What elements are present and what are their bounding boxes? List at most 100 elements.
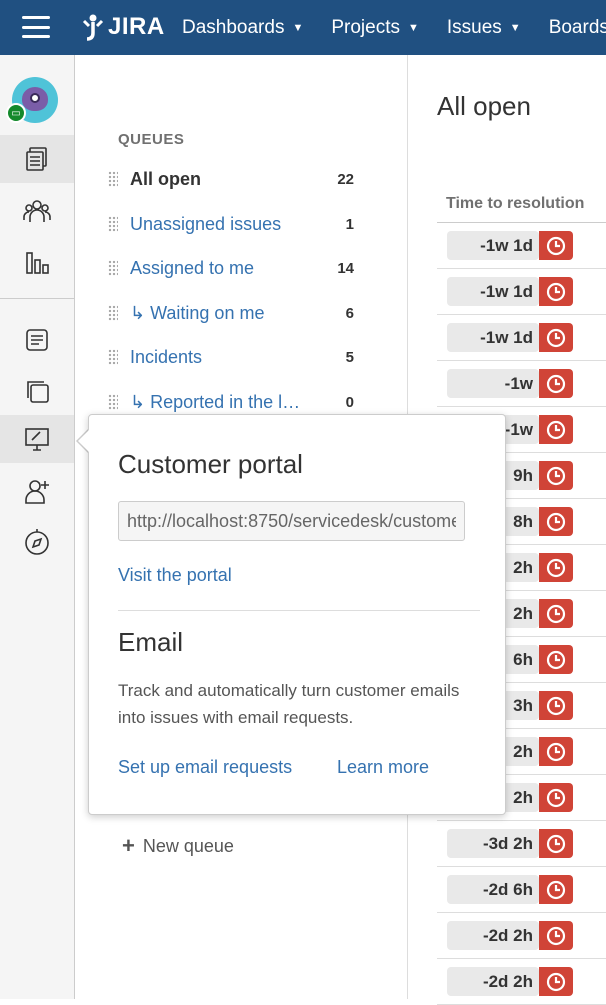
- popup-arrow-inner: [78, 429, 90, 453]
- queue-item-waiting-on-me[interactable]: ↳ Waiting on me 6: [108, 298, 398, 328]
- column-header-time-to-resolution[interactable]: Time to resolution: [437, 193, 606, 223]
- queue-label: Assigned to me: [130, 257, 255, 278]
- sla-breached-clock-icon: [539, 507, 573, 536]
- queue-label: ↳ Waiting on me: [130, 302, 265, 323]
- sla-breached-clock-icon: [539, 967, 573, 996]
- nav-issues-label: Issues: [446, 16, 502, 38]
- project-sidebar: ▭: [0, 55, 75, 999]
- app-switcher-menu-icon[interactable]: [22, 16, 50, 38]
- page-title: All open: [437, 91, 531, 121]
- queue-item-assigned-to-me[interactable]: Assigned to me 14: [108, 253, 398, 283]
- sla-breached-clock-icon: [539, 277, 573, 306]
- sla-breached-clock-icon: [539, 645, 573, 674]
- queue-count: 5: [345, 348, 354, 366]
- table-row[interactable]: -1w: [437, 361, 606, 407]
- sidebar-divider: [0, 298, 74, 299]
- drag-handle-icon[interactable]: [108, 349, 118, 365]
- visit-portal-link[interactable]: Visit the portal: [118, 565, 232, 586]
- queue-count: 14: [337, 259, 354, 277]
- sla-breached-clock-icon: [539, 553, 573, 582]
- main-nav: Dashboards ▼ Projects ▼ Issues ▼ Boards: [182, 0, 606, 55]
- sla-time-lozenge: -2d 2h: [447, 967, 539, 996]
- sla-breached-clock-icon: [539, 737, 573, 766]
- drag-handle-icon[interactable]: [108, 305, 118, 321]
- invite-team-icon[interactable]: [0, 467, 74, 515]
- sla-time-lozenge: -2d 2h: [447, 921, 539, 950]
- sla-breached-clock-icon: [539, 369, 573, 398]
- drag-handle-icon[interactable]: [108, 260, 118, 276]
- queue-label: Unassigned issues: [130, 213, 282, 234]
- nav-dashboards[interactable]: Dashboards ▼: [182, 17, 303, 39]
- queues-icon[interactable]: [0, 135, 74, 183]
- learn-more-link[interactable]: Learn more: [337, 757, 429, 778]
- setup-email-requests-link[interactable]: Set up email requests: [118, 757, 292, 778]
- nav-projects[interactable]: Projects ▼: [331, 17, 419, 39]
- drag-handle-icon[interactable]: [108, 394, 118, 410]
- chevron-down-icon: ▼: [509, 21, 521, 34]
- table-row[interactable]: -3d 2h: [437, 821, 606, 867]
- monitor-badge-icon: ▭: [6, 103, 26, 123]
- customer-portal-heading: Customer portal: [118, 449, 303, 479]
- knowledge-base-icon[interactable]: [0, 316, 74, 364]
- queue-item-incidents[interactable]: Incidents 5: [108, 342, 398, 372]
- logo-text: JIRA: [108, 13, 165, 40]
- drag-handle-icon[interactable]: [108, 171, 118, 187]
- nav-dashboards-label: Dashboards: [182, 16, 285, 38]
- getting-started-compass-icon[interactable]: [0, 518, 74, 566]
- sla-time-lozenge: -2d 6h: [447, 875, 539, 904]
- queue-label: Incidents: [130, 346, 203, 367]
- queue-label: All open: [130, 168, 201, 189]
- popup-divider: [118, 610, 480, 611]
- table-row[interactable]: -2d 2h: [437, 913, 606, 959]
- drag-handle-icon[interactable]: [108, 216, 118, 232]
- sla-time-lozenge: -1w 1d: [447, 277, 539, 306]
- table-row[interactable]: -2d 6h: [437, 867, 606, 913]
- jira-logo[interactable]: JIRA: [80, 12, 165, 42]
- queue-count: 1: [345, 215, 354, 233]
- jira-logo-icon: [82, 14, 104, 41]
- column-header-label: Time to resolution: [446, 195, 585, 212]
- reports-icon[interactable]: [0, 239, 74, 287]
- sla-time-lozenge: -1w 1d: [447, 323, 539, 352]
- queue-count: 6: [345, 304, 354, 322]
- nav-issues[interactable]: Issues ▼: [447, 17, 521, 39]
- sla-breached-clock-icon: [539, 599, 573, 628]
- sla-time-lozenge: -1w: [447, 369, 539, 398]
- nav-boards-label: Boards: [548, 16, 606, 38]
- chevron-down-icon: ▼: [407, 21, 419, 34]
- customer-channels-popup: Customer portal Visit the portal Email T…: [88, 414, 506, 815]
- queue-count: 22: [337, 170, 354, 188]
- nav-boards[interactable]: Boards: [549, 17, 606, 39]
- sla-breached-clock-icon: [539, 323, 573, 352]
- raise-request-icon[interactable]: [0, 367, 74, 415]
- sla-breached-clock-icon: [539, 231, 573, 260]
- queue-item-reported[interactable]: ↳ Reported in the l… 0: [108, 387, 398, 417]
- chevron-down-icon: ▼: [292, 21, 304, 34]
- sla-breached-clock-icon: [539, 875, 573, 904]
- sla-breached-clock-icon: [539, 783, 573, 812]
- queue-count: 0: [345, 393, 354, 411]
- table-row[interactable]: -1w 1d: [437, 269, 606, 315]
- sla-time-lozenge: -3d 2h: [447, 829, 539, 858]
- email-heading: Email: [118, 627, 184, 657]
- plus-icon: +: [122, 833, 135, 858]
- table-row[interactable]: -2d 2h: [437, 959, 606, 1005]
- customers-icon[interactable]: [0, 187, 74, 235]
- table-row[interactable]: -1w 1d: [437, 315, 606, 361]
- new-queue-button[interactable]: + New queue: [122, 833, 234, 859]
- sla-breached-clock-icon: [539, 921, 573, 950]
- table-row[interactable]: -1w 1d: [437, 223, 606, 269]
- avatar-face: [22, 87, 48, 111]
- top-navigation-bar: JIRA Dashboards ▼ Projects ▼ Issues ▼ Board…: [0, 0, 606, 55]
- queue-item-unassigned[interactable]: Unassigned issues 1: [108, 209, 398, 239]
- avatar-eye: [30, 93, 40, 103]
- portal-url-field[interactable]: [118, 501, 465, 541]
- queue-item-all-open[interactable]: All open 22: [108, 164, 398, 194]
- sla-breached-clock-icon: [539, 691, 573, 720]
- queues-heading: QUEUES: [118, 131, 185, 148]
- sla-time-lozenge: -1w 1d: [447, 231, 539, 260]
- queue-label: ↳ Reported in the l…: [130, 391, 301, 412]
- sla-breached-clock-icon: [539, 461, 573, 490]
- customer-channels-icon[interactable]: [0, 415, 74, 463]
- sla-breached-clock-icon: [539, 829, 573, 858]
